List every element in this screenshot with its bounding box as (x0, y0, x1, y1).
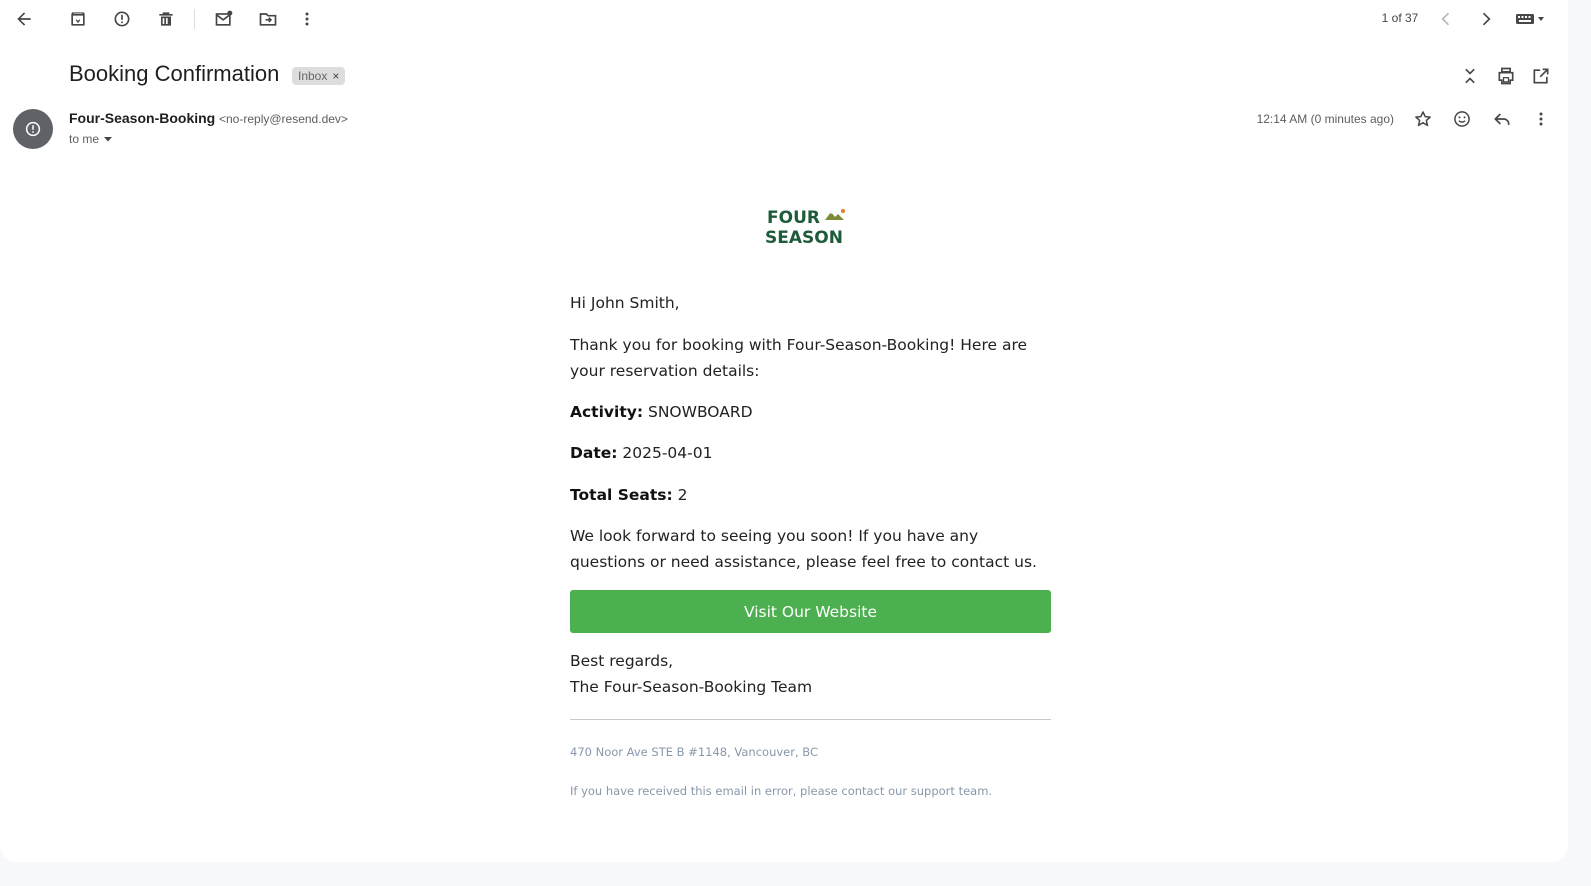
sender-more-icon[interactable] (1525, 103, 1557, 135)
activity-label: Activity: (570, 403, 644, 421)
chevron-left-icon[interactable] (1430, 3, 1462, 35)
label-chip-inbox: Inbox × (292, 67, 346, 85)
message-counter: 1 of 37 (1381, 11, 1419, 25)
sender-name[interactable]: Four-Season-Booking (69, 110, 215, 126)
reply-icon[interactable] (1486, 103, 1518, 135)
open-new-window-icon[interactable] (1525, 60, 1557, 92)
activity-value: SNOWBOARD (647, 403, 753, 421)
keyboard-icon[interactable] (1510, 3, 1550, 35)
remove-label-icon[interactable]: × (332, 69, 339, 83)
collapse-icon[interactable] (1454, 60, 1486, 92)
alert-icon (25, 121, 41, 137)
recipient-details[interactable]: to me (69, 132, 113, 146)
footer-address: 470 Noor Ave STE B #1148, Vancouver, BC (570, 745, 818, 759)
email-timestamp: 12:14 AM (0 minutes ago) (1256, 112, 1394, 126)
intro-paragraph: Thank you for booking with Four-Season-B… (570, 336, 1028, 380)
emoji-icon[interactable] (1446, 103, 1478, 135)
star-icon[interactable] (1407, 103, 1439, 135)
seats-label: Total Seats: (570, 486, 673, 504)
logo-line1: FOUR (767, 208, 820, 228)
footer-divider (570, 719, 1051, 720)
closing-paragraph: We look forward to seeing you soon! If y… (570, 527, 1037, 571)
delete-icon[interactable] (150, 3, 182, 35)
report-spam-icon[interactable] (106, 3, 138, 35)
activity-row: Activity: SNOWBOARD (570, 399, 1051, 425)
label-chip-text: Inbox (298, 69, 328, 83)
recipient-label: to me (69, 132, 100, 146)
chevron-right-icon[interactable] (1470, 3, 1502, 35)
date-row: Date: 2025-04-01 (570, 440, 1051, 466)
mark-unread-icon[interactable] (208, 3, 240, 35)
print-icon[interactable] (1490, 60, 1522, 92)
sender-email: <no-reply@resend.dev> (219, 112, 348, 126)
archive-icon[interactable] (62, 3, 94, 35)
footer-disclaimer: If you have received this email in error… (570, 784, 993, 798)
caret-down-icon (104, 137, 113, 142)
date-value: 2025-04-01 (622, 444, 713, 462)
visit-website-button[interactable]: Visit Our Website (570, 590, 1051, 633)
seats-value: 2 (677, 486, 688, 504)
avatar (13, 109, 53, 149)
email-subject: Booking Confirmation (69, 61, 280, 86)
four-season-logo: FOUR SEASON (765, 208, 845, 246)
greeting: Hi John Smith, (570, 294, 680, 312)
team-signature: The Four-Season-Booking Team (570, 678, 813, 696)
move-to-icon[interactable] (252, 3, 284, 35)
more-vert-icon[interactable] (291, 3, 323, 35)
email-view: 1 of 37 Booking Confirmation Inbox × Fou… (0, 0, 1568, 862)
back-arrow-icon[interactable] (8, 3, 40, 35)
regards-text: Best regards, (570, 652, 674, 670)
date-label: Date: (570, 444, 618, 462)
seats-row: Total Seats: 2 (570, 482, 1051, 508)
toolbar-divider (194, 9, 195, 29)
logo-line2: SEASON (765, 228, 843, 246)
